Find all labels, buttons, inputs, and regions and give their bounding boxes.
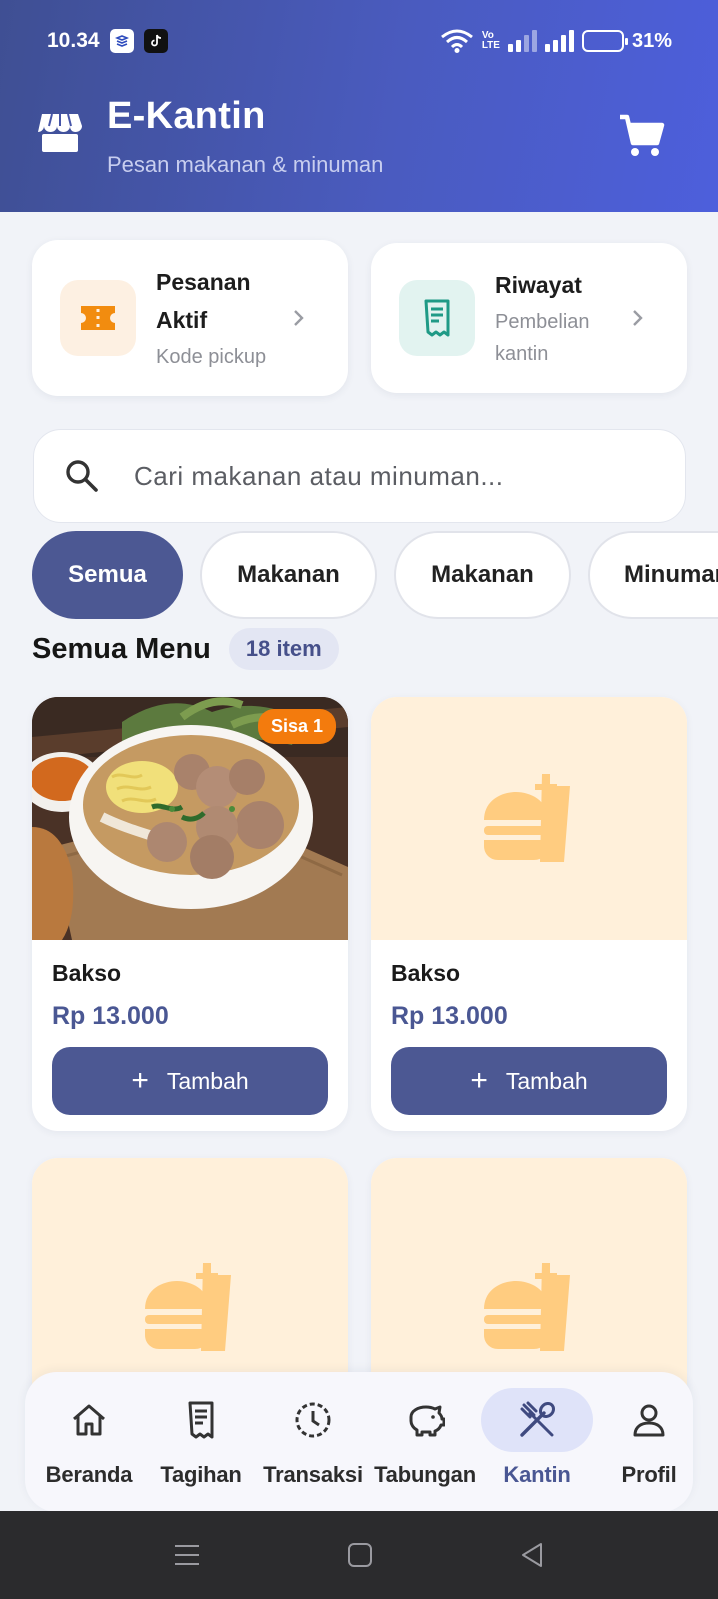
chevron-right-icon [294, 310, 304, 326]
signal-sim1-icon [507, 30, 537, 52]
add-to-cart-button[interactable]: + Tambah [391, 1047, 667, 1115]
notification-app-icon [109, 29, 134, 53]
active-orders-subtitle: Kode pickup [156, 346, 267, 368]
home-icon [33, 1388, 145, 1452]
nav-label: Kantin [503, 1462, 571, 1487]
nav-label: Transaksi [263, 1462, 363, 1487]
nav-tagihan[interactable]: Tagihan [145, 1372, 257, 1512]
chip-makanan-2[interactable]: Makanan [394, 531, 571, 619]
volte-indicator: Vo LTE [481, 30, 500, 51]
nav-profil[interactable]: Profil [593, 1372, 705, 1512]
home-square-icon[interactable] [347, 1542, 373, 1568]
clock-icon [257, 1388, 369, 1452]
chevron-right-icon [633, 310, 643, 326]
fastfood-icon [484, 773, 570, 862]
bill-icon [145, 1388, 257, 1452]
chip-makanan[interactable]: Makanan [200, 531, 377, 619]
app-header: 10.34 Vo LTE 31% E-Kantin Pesan makanan &… [0, 0, 718, 212]
product-photo: Sisa 1 [32, 697, 348, 940]
category-filter: Semua Makanan Makanan Minuman [32, 531, 718, 621]
add-button-label: Tambah [166, 1067, 249, 1094]
history-title: Riwayat [495, 272, 582, 298]
product-card[interactable]: Bakso Rp 13.000 + Tambah [371, 697, 687, 1131]
product-image-placeholder [371, 697, 687, 940]
product-price: Rp 13.000 [52, 1002, 169, 1030]
piggy-bank-icon [369, 1388, 481, 1452]
signal-sim2-icon [544, 30, 574, 52]
item-count-badge: 18 item [228, 628, 339, 670]
utensils-icon [481, 1388, 593, 1452]
nav-label: Tagihan [160, 1462, 242, 1487]
ticket-icon [60, 280, 136, 356]
battery-icon [581, 30, 628, 52]
menu-section-header: Semua Menu 18 item [32, 628, 339, 670]
section-title: Semua Menu [32, 632, 211, 665]
system-navigation-bar [0, 1511, 718, 1599]
search-bar[interactable] [33, 429, 686, 523]
add-to-cart-button[interactable]: + Tambah [52, 1047, 328, 1115]
user-icon [593, 1388, 705, 1452]
chip-minuman[interactable]: Minuman [588, 531, 718, 619]
nav-label: Profil [621, 1462, 677, 1487]
nav-label: Tabungan [374, 1462, 476, 1487]
plus-icon: + [131, 1064, 149, 1097]
fastfood-icon [484, 1263, 570, 1351]
cart-icon[interactable] [618, 112, 666, 160]
stock-badge: Sisa 1 [257, 709, 336, 744]
active-orders-title: Pesanan Aktif [156, 269, 251, 333]
product-name: Bakso [391, 960, 461, 986]
nav-beranda[interactable]: Beranda [33, 1372, 145, 1512]
history-card[interactable]: Riwayat Pembelian kantin [371, 243, 687, 393]
status-time: 10.34 [47, 29, 100, 52]
product-card[interactable]: Sisa 1 Bakso Rp 13.000 + Tambah [32, 697, 348, 1131]
app-title: E-Kantin [107, 95, 266, 137]
fastfood-icon [145, 1263, 231, 1351]
nav-transaksi[interactable]: Transaksi [257, 1372, 369, 1512]
app-subtitle: Pesan makanan & minuman [107, 152, 384, 177]
status-bar: 10.34 Vo LTE 31% [47, 26, 672, 56]
receipt-icon [399, 280, 475, 356]
chip-semua[interactable]: Semua [32, 531, 183, 619]
battery-percent: 31% [631, 29, 672, 52]
history-subtitle: Pembelian kantin [495, 311, 590, 365]
search-input[interactable] [134, 460, 654, 492]
tiktok-notification-icon [143, 29, 168, 53]
active-orders-card[interactable]: Pesanan Aktif Kode pickup [32, 240, 348, 396]
product-price: Rp 13.000 [391, 1002, 508, 1030]
back-icon[interactable] [519, 1542, 545, 1568]
nav-label: Beranda [45, 1462, 133, 1487]
nav-tabungan[interactable]: Tabungan [369, 1372, 481, 1512]
add-button-label: Tambah [505, 1067, 588, 1094]
nav-kantin[interactable]: Kantin [481, 1372, 593, 1512]
menu-icon[interactable] [173, 1543, 201, 1567]
product-name: Bakso [52, 960, 122, 986]
bottom-navigation: Beranda Tagihan Transaksi Tabungan Kanti… [25, 1372, 693, 1512]
search-icon [66, 460, 98, 492]
wifi-icon [440, 29, 473, 53]
store-icon [38, 113, 82, 152]
plus-icon: + [470, 1064, 488, 1097]
